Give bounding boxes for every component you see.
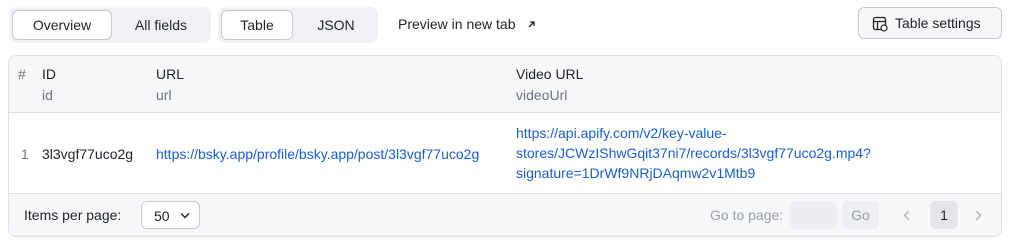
row-url-link[interactable]: https://bsky.app/profile/bsky.app/post/3… <box>156 146 479 162</box>
chevron-down-icon <box>180 213 190 219</box>
go-to-page-input[interactable] <box>790 201 837 229</box>
external-link-icon <box>527 16 536 36</box>
column-key-video-url: videoUrl <box>516 87 568 103</box>
items-per-page-value: 50 <box>154 208 170 224</box>
items-per-page-select[interactable]: 50 <box>141 201 200 229</box>
column-header-url: URL <box>156 66 185 82</box>
go-button[interactable]: Go <box>842 201 879 229</box>
chevron-left-icon <box>903 210 910 221</box>
next-page-button[interactable] <box>970 201 990 229</box>
video-url-line: stores/JCWzIShwGqit37ni7/records/3l3vgf7… <box>516 145 871 161</box>
row-video-url-link[interactable]: https://api.apify.com/v2/key-value- stor… <box>516 123 936 183</box>
row-index: 1 <box>21 146 29 162</box>
video-url-line: https://api.apify.com/v2/key-value- <box>516 125 727 141</box>
row-id-value: 3l3vgf77uco2g <box>42 146 134 162</box>
format-toggle: Table JSON <box>218 7 378 43</box>
column-header-index: # <box>18 66 26 82</box>
tab-overview[interactable]: Overview <box>12 10 112 40</box>
view-toggle: Overview All fields <box>9 7 211 43</box>
preview-in-new-tab-link[interactable]: Preview in new tab <box>398 14 536 34</box>
tab-all-fields[interactable]: All fields <box>115 10 207 40</box>
table-footer: Items per page: 50 Go to page: Go 1 <box>9 194 1001 236</box>
column-header-video-url: Video URL <box>516 66 584 82</box>
table-settings-button[interactable]: Table settings <box>858 7 1002 39</box>
chevron-right-icon <box>975 210 982 221</box>
tab-json[interactable]: JSON <box>298 10 374 40</box>
tab-table[interactable]: Table <box>221 10 293 40</box>
go-to-page-label: Go to page: <box>710 207 784 223</box>
items-per-page-label: Items per page: <box>24 207 122 223</box>
preview-label: Preview in new tab <box>398 16 516 32</box>
video-url-line: signature=1DrWf9NRjDAqmw2v1Mtb9 <box>516 165 756 181</box>
table-header: # ID id URL url Video URL videoUrl <box>9 56 1001 113</box>
column-key-id: id <box>42 87 53 103</box>
table-row: 1 3l3vgf77uco2g https://bsky.app/profile… <box>9 113 1001 194</box>
previous-page-button[interactable] <box>898 201 918 229</box>
column-key-url: url <box>156 87 172 103</box>
toolbar: Overview All fields Table JSON Preview i… <box>0 0 1011 48</box>
table-settings-icon <box>872 16 888 32</box>
table-settings-label: Table settings <box>895 15 981 31</box>
column-header-id: ID <box>42 66 56 82</box>
current-page-button[interactable]: 1 <box>930 201 958 229</box>
data-table: # ID id URL url Video URL videoUrl 1 3l3… <box>8 55 1002 237</box>
